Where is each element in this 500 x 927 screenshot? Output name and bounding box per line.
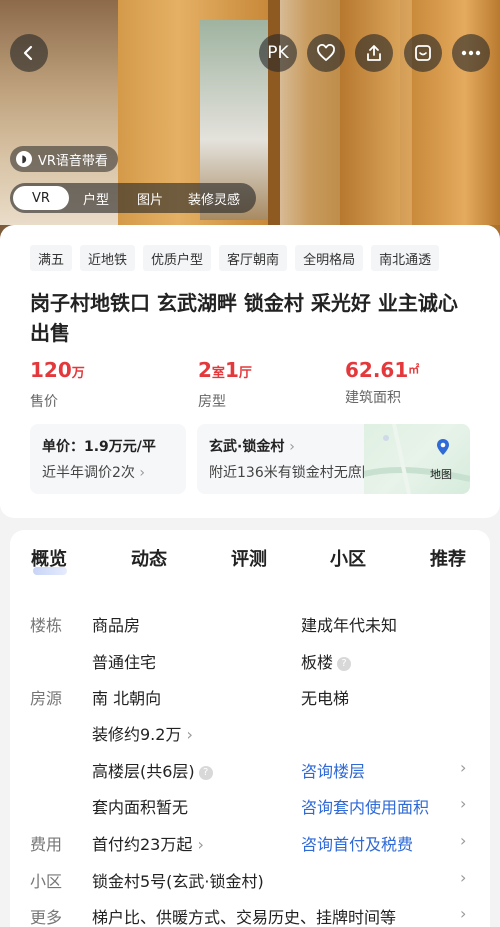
source-label: 房源 — [30, 689, 63, 708]
share-button[interactable] — [355, 34, 393, 72]
help-icon[interactable]: ? — [198, 765, 213, 780]
share-icon — [367, 45, 381, 61]
down-payment: 首付约23万起 — [92, 835, 193, 854]
structure-type: 板楼 — [301, 653, 334, 672]
tag: 客厅朝南 — [219, 245, 288, 271]
more-button[interactable] — [452, 34, 490, 72]
chevron-right-icon: › — [197, 835, 204, 854]
tab-overview[interactable]: 概览 — [31, 545, 67, 571]
area-value: 62.61 — [345, 358, 409, 382]
map-thumbnail[interactable]: 地图 — [364, 424, 470, 494]
elevator: 无电梯 — [301, 689, 350, 708]
price-label: 售价 — [30, 394, 58, 410]
price-adjustments: 近半年调价2次 — [42, 465, 135, 481]
area-block: 62.61㎡ 建筑面积 — [345, 357, 419, 407]
hall-count: 1 — [224, 358, 239, 382]
ask-fees-link[interactable]: 咨询首付及税费 — [301, 831, 413, 855]
residence-type: 普通住宅 — [92, 653, 157, 672]
inner-area: 套内面积暂无 — [92, 798, 189, 817]
chevron-left-icon — [23, 45, 33, 61]
tab-updates[interactable]: 动态 — [131, 545, 167, 571]
chevron-right-icon: › — [186, 725, 193, 744]
chevron-right-icon[interactable]: › — [460, 831, 466, 850]
chevron-right-icon[interactable]: › — [460, 904, 466, 923]
chevron-right-icon: › — [139, 465, 145, 481]
more-label: 更多 — [30, 908, 63, 927]
area-unit: ㎡ — [408, 363, 420, 376]
building-label: 楼栋 — [30, 616, 63, 635]
more-dots-icon — [461, 50, 481, 56]
room-unit: 室 — [211, 366, 225, 381]
community-value[interactable]: 锁金村5号(玄武·锁金村) — [92, 868, 264, 892]
ask-inner-area-link[interactable]: 咨询套内使用面积 — [301, 794, 429, 818]
tag-list: 满五 近地铁 优质户型 客厅朝南 全明格局 南北通透 — [30, 245, 440, 271]
price-value: 120 — [30, 358, 72, 382]
tab-decoration[interactable]: 装修灵感 — [177, 186, 251, 210]
building-type: 商品房 — [92, 616, 141, 635]
media-tabs: VR 户型 图片 装修灵感 — [10, 183, 256, 213]
floor-row: 高楼层(共6层)? — [92, 758, 213, 782]
chevron-right-icon: › — [289, 439, 295, 455]
tab-review[interactable]: 评测 — [231, 545, 267, 571]
orientation: 南 北朝向 — [92, 689, 162, 708]
tab-community[interactable]: 小区 — [330, 545, 366, 571]
unit-price: 单价：1.9万元/平 — [42, 439, 156, 455]
tag: 近地铁 — [80, 245, 136, 271]
vr-voice-label: VR语音带看 — [38, 153, 108, 169]
tab-photos[interactable]: 图片 — [123, 186, 177, 210]
decoration-cost: 装修约9.2万 — [92, 725, 182, 744]
price-block: 120万 售价 — [30, 357, 85, 411]
area-label: 建筑面积 — [345, 390, 401, 406]
back-button[interactable] — [10, 34, 48, 72]
room-count: 2 — [198, 358, 212, 382]
chevron-right-icon[interactable]: › — [460, 794, 466, 813]
tag: 优质户型 — [143, 245, 212, 271]
pk-label: PK — [267, 43, 289, 63]
message-button[interactable] — [404, 34, 442, 72]
community-label: 小区 — [30, 872, 63, 891]
more-info[interactable]: 梯户比、供暖方式、交易历史、挂牌时间等 — [92, 904, 396, 927]
map-label: 地图 — [430, 468, 452, 481]
location-pin-icon — [437, 439, 449, 455]
price-unit: 万 — [71, 366, 85, 381]
heart-icon — [317, 44, 335, 62]
tag: 全明格局 — [295, 245, 364, 271]
ask-floor-link[interactable]: 咨询楼层 — [301, 758, 365, 782]
decoration-cost-link[interactable]: 装修约9.2万 › — [92, 721, 193, 745]
map-graphic — [364, 424, 470, 494]
tag: 南北通透 — [371, 245, 440, 271]
unit-price-card[interactable]: 单价：1.9万元/平 近半年调价2次 › — [30, 424, 186, 494]
fee-label: 费用 — [30, 835, 63, 854]
tag: 满五 — [30, 245, 73, 271]
layout-block: 2室1厅 房型 — [198, 357, 252, 411]
community-name: 玄武·锁金村 — [209, 439, 285, 455]
hall-unit: 厅 — [238, 366, 252, 381]
voice-icon: ◗ — [16, 151, 32, 167]
tab-vr[interactable]: VR — [13, 186, 69, 210]
vr-voice-tour-button[interactable]: ◗ VR语音带看 — [10, 146, 118, 172]
build-year: 建成年代未知 — [301, 616, 398, 635]
down-payment-link[interactable]: 首付约23万起 › — [92, 831, 204, 855]
chat-icon — [415, 45, 431, 61]
help-icon[interactable]: ? — [337, 656, 352, 671]
chevron-right-icon[interactable]: › — [460, 758, 466, 777]
layout-label: 房型 — [198, 394, 226, 410]
pk-button[interactable]: PK — [259, 34, 297, 72]
tab-recommend[interactable]: 推荐 — [430, 545, 466, 571]
structure-type-row: 板楼? — [301, 649, 352, 673]
floor-level: 高楼层(共6层) — [92, 762, 195, 781]
tab-floorplan[interactable]: 户型 — [69, 186, 123, 210]
chevron-right-icon[interactable]: › — [460, 868, 466, 887]
listing-title: 岗子村地铁口 玄武湖畔 锁金村 采光好 业主诚心出售 — [30, 291, 458, 345]
favorite-button[interactable] — [307, 34, 345, 72]
